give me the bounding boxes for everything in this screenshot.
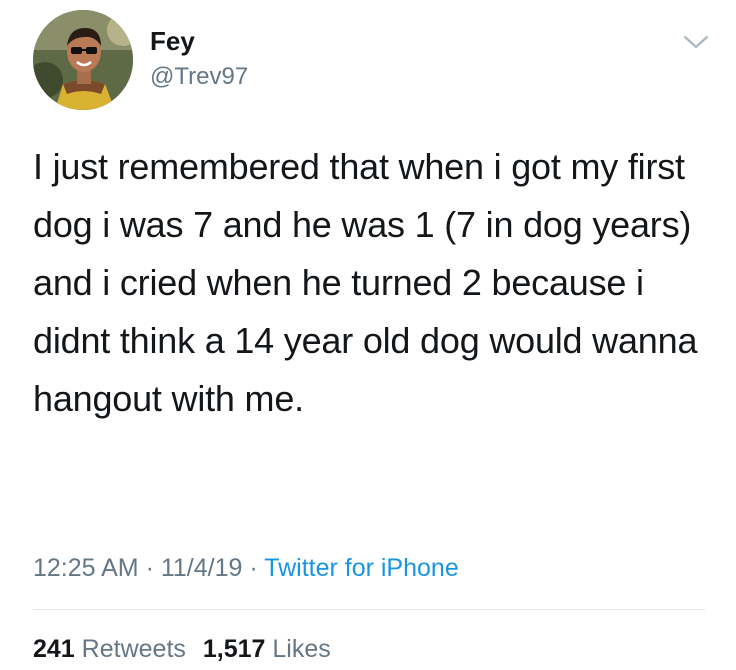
tweet-meta: 12:25 AM · 11/4/19 · Twitter for iPhone xyxy=(33,552,459,584)
meta-separator: · xyxy=(138,554,161,582)
tweet-date[interactable]: 11/4/19 xyxy=(161,554,243,582)
retweets-count: 241 xyxy=(33,635,75,663)
tweet-text: I just remembered that when i got my fir… xyxy=(33,146,698,419)
tweet-source-link[interactable]: Twitter for iPhone xyxy=(264,554,459,582)
likes-stat[interactable]: 1,517 Likes xyxy=(203,635,331,663)
retweets-stat[interactable]: 241 Retweets xyxy=(33,635,186,663)
tweet-time[interactable]: 12:25 AM xyxy=(33,554,139,582)
retweets-label: Retweets xyxy=(81,635,186,663)
meta-separator: · xyxy=(242,554,265,582)
avatar[interactable] xyxy=(33,10,133,110)
display-name[interactable]: Fey xyxy=(150,26,195,56)
tweet-card: Fey @Trev97 I just remembered that when … xyxy=(0,0,736,670)
divider xyxy=(33,609,705,610)
tweet-stats: 241 Retweets 1,517 Likes xyxy=(33,633,341,665)
username-handle[interactable]: @Trev97 xyxy=(150,63,248,91)
likes-label: Likes xyxy=(272,635,331,663)
chevron-down-icon[interactable] xyxy=(681,30,711,54)
likes-count: 1,517 xyxy=(202,635,266,663)
avatar-photo xyxy=(33,10,133,110)
